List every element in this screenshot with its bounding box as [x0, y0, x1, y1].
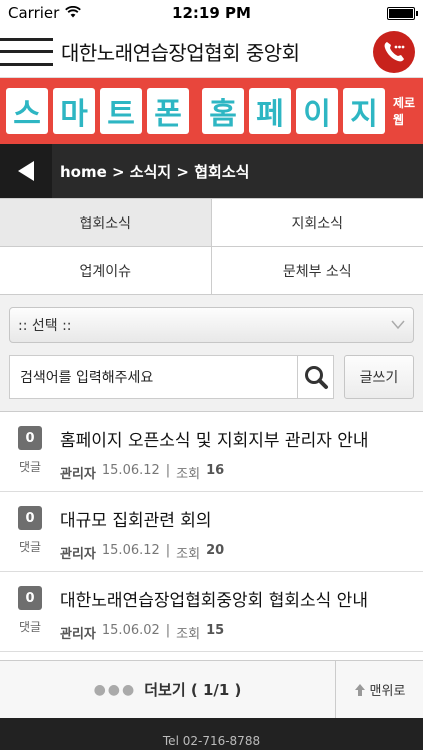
banner-brand[interactable]: 제로웹	[393, 94, 417, 128]
scroll-top-label: 맨위로	[369, 684, 406, 699]
app-header: 대한노래연습장업협회 중앙회	[0, 26, 423, 78]
battery-icon	[387, 6, 418, 20]
dots-icon: ●●●	[93, 681, 137, 698]
select-value: :: 선택 ::	[18, 318, 72, 334]
list-item[interactable]: 0 댓글 대한노래연습장업협회중앙회 협회소식 안내 관리자 15.06.02 …	[0, 572, 423, 652]
banner-tile: 홈	[202, 88, 244, 134]
comment-count-badge: 0	[18, 586, 42, 610]
status-bar: Carrier 12:19 PM	[0, 0, 423, 26]
site-title: 대한노래연습장업협회 중앙회	[61, 41, 300, 65]
view-count: 15	[206, 623, 225, 638]
back-button[interactable]	[0, 144, 52, 198]
banner-tiles: 스마트폰홈페이지	[6, 88, 385, 134]
wifi-icon	[65, 4, 82, 22]
banner-tile: 트	[100, 88, 142, 134]
chevron-down-icon	[391, 320, 405, 330]
search-button[interactable]	[298, 355, 334, 399]
tab-association-news[interactable]: 협회소식	[0, 198, 212, 246]
category-select[interactable]: :: 선택 ::	[9, 307, 414, 343]
breadcrumb-path: home > 소식지 > 협회소식	[60, 162, 250, 181]
post-title[interactable]: 대한노래연습장업협회중앙회 협회소식 안내	[60, 586, 413, 611]
meta-divider: |	[165, 623, 171, 638]
tab-branch-news[interactable]: 지회소식	[211, 198, 423, 246]
meta-divider: |	[165, 463, 171, 478]
battery-level	[389, 8, 413, 18]
comment-label: 댓글	[18, 460, 42, 474]
arrow-up-icon	[354, 683, 365, 696]
smartphone-homepage-banner: 스마트폰홈페이지 제로웹	[0, 78, 423, 144]
write-button[interactable]: 글쓰기	[344, 355, 414, 399]
banner-tile: 폰	[147, 88, 189, 134]
menu-icon[interactable]	[0, 32, 53, 72]
search-panel: :: 선택 :: 검색어를 입력해주세요 글쓰기	[0, 295, 423, 412]
meta-divider: |	[165, 543, 171, 558]
post-title[interactable]: 홈페이지 오픈소식 및 지회지부 관리자 안내	[60, 426, 413, 451]
search-input[interactable]: 검색어를 입력해주세요	[9, 355, 298, 399]
tab-ministry-news[interactable]: 문체부 소식	[211, 246, 423, 294]
category-tabs: 협회소식 지회소식 업계이슈 문체부 소식	[0, 198, 423, 295]
banner-tile: 스	[6, 88, 48, 134]
pagination-row: ●●● 더보기 ( 1/1 ) 맨위로	[0, 660, 423, 718]
comment-label: 댓글	[18, 620, 42, 634]
contact-footer: Tel 02-716-8788	[0, 718, 423, 750]
banner-tile: 페	[249, 88, 291, 134]
post-list: 0 댓글 홈페이지 오픈소식 및 지회지부 관리자 안내 관리자 15.06.1…	[0, 412, 423, 652]
comment-count-badge: 0	[18, 426, 42, 450]
comment-label: 댓글	[18, 540, 42, 554]
post-meta: 관리자 15.06.12 | 조회 20	[60, 543, 413, 562]
phone-number[interactable]: Tel 02-716-8788	[163, 734, 260, 748]
post-date: 15.06.12	[101, 463, 160, 478]
post-author: 관리자	[60, 547, 96, 562]
post-title[interactable]: 대규모 집회관련 회의	[60, 506, 413, 531]
scroll-top-button[interactable]: 맨위로	[335, 661, 423, 718]
banner-tile: 지	[343, 88, 385, 134]
load-more-label: 더보기 ( 1/1 )	[144, 681, 242, 699]
list-item[interactable]: 0 댓글 대규모 집회관련 회의 관리자 15.06.12 | 조회 20	[0, 492, 423, 572]
breadcrumb: home > 소식지 > 협회소식	[0, 144, 423, 198]
post-meta: 관리자 15.06.12 | 조회 16	[60, 463, 413, 482]
views-label: 조회	[176, 547, 201, 562]
back-arrow-icon	[18, 161, 34, 181]
load-more-button[interactable]: ●●● 더보기 ( 1/1 )	[0, 661, 335, 718]
carrier-label: Carrier	[8, 4, 60, 22]
banner-tile: 마	[53, 88, 95, 134]
views-label: 조회	[176, 627, 201, 642]
banner-tile: 이	[296, 88, 338, 134]
list-item[interactable]: 0 댓글 홈페이지 오픈소식 및 지회지부 관리자 안내 관리자 15.06.1…	[0, 412, 423, 492]
phone-icon	[384, 41, 405, 61]
post-date: 15.06.02	[101, 623, 160, 638]
post-author: 관리자	[60, 627, 96, 642]
comment-count-badge: 0	[18, 506, 42, 530]
search-icon	[304, 366, 328, 389]
tab-industry-issues[interactable]: 업계이슈	[0, 246, 212, 294]
post-meta: 관리자 15.06.02 | 조회 15	[60, 623, 413, 642]
view-count: 16	[206, 463, 225, 478]
views-label: 조회	[176, 467, 201, 482]
view-count: 20	[206, 543, 225, 558]
post-author: 관리자	[60, 467, 96, 482]
post-date: 15.06.12	[101, 543, 160, 558]
call-button[interactable]	[373, 30, 415, 73]
